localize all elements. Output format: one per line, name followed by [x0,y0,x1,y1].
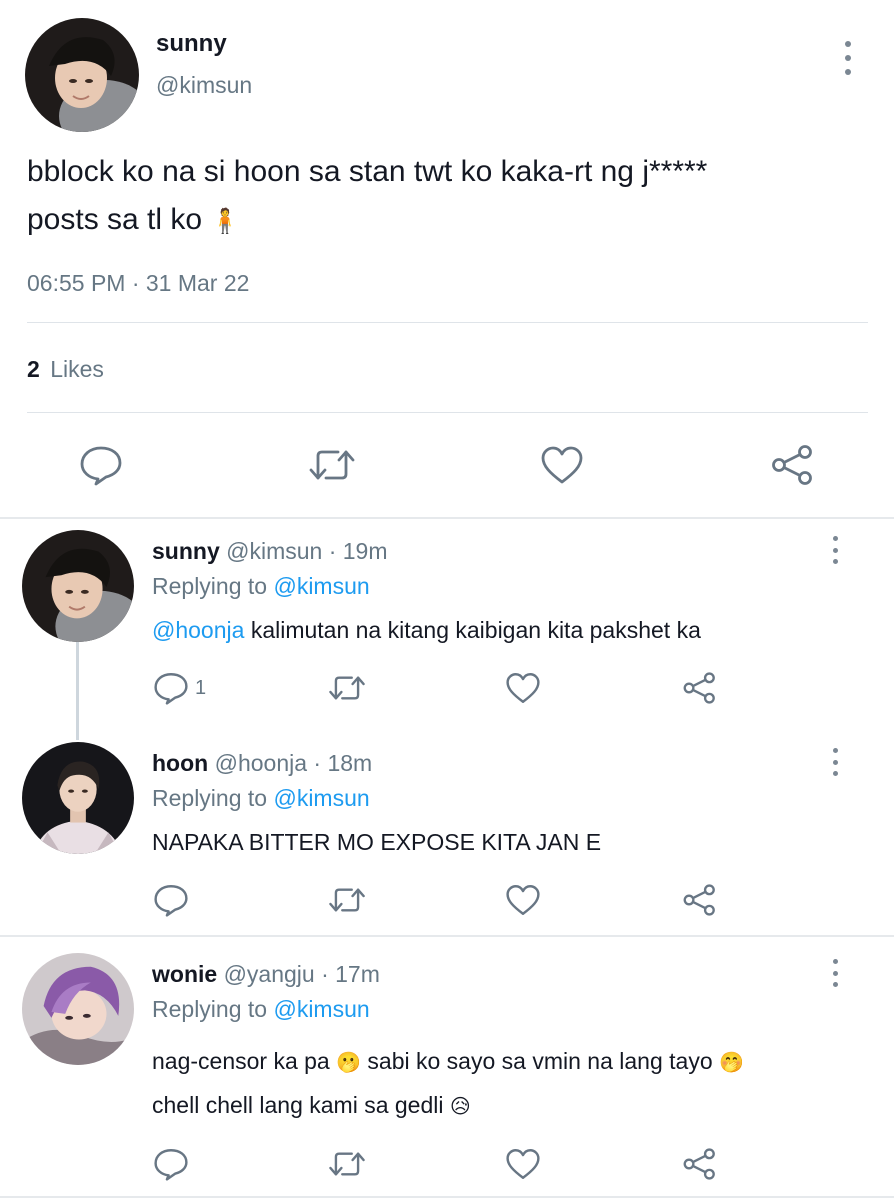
reply-2-meta: @hoonja · 18m [214,750,373,776]
reply-1-share-icon[interactable] [682,671,718,705]
reply-2-divider [0,935,894,937]
likes-label: Likes [50,356,104,382]
reply-3-emoji-1: 🫢 [336,1052,362,1074]
reply-3-text-line1: nag-censor ka pa [152,1048,330,1074]
reply-1-body: kalimutan na kitang kaibigan kita pakshe… [250,617,701,643]
reply-3-emoji-3: 😥 [449,1096,471,1118]
reply-3-display-name[interactable]: wonie [152,961,217,987]
reply-3-text-line1b: sabi ko sayo sa vmin na lang tayo [367,1048,713,1074]
reply-2-retweet-icon[interactable] [328,883,366,917]
reply-2-share-icon[interactable] [682,883,718,917]
reply-2-display-name[interactable]: hoon [152,750,208,776]
main-post-avatar[interactable] [25,18,139,132]
reply-1-header: sunny @kimsun · 19m [152,538,388,565]
reply-2-replying-to: Replying to @kimsun [152,785,370,812]
reply-3-replying-handle[interactable]: @kimsun [273,996,369,1022]
reply-1-reply-icon[interactable] [153,671,189,705]
main-post-section-divider [0,517,894,519]
reply-3-more-icon[interactable] [826,959,844,987]
reply-2-reply-icon[interactable] [153,883,189,917]
reply-3-body: nag-censor ka pa 🫢 sabi ko sayo sa vmin … [152,1040,744,1128]
main-post-divider-bottom [27,412,868,413]
main-post-likes[interactable]: 2 Likes [27,356,104,383]
reply-3-avatar[interactable] [22,953,134,1065]
reply-1-more-icon[interactable] [826,536,844,564]
reply-2-avatar[interactable] [22,742,134,854]
reply-1-like-icon[interactable] [505,671,541,705]
main-post-display-name[interactable]: sunny [156,30,227,58]
reply-3-divider [0,1196,894,1198]
reply-1-replying-handle[interactable]: @kimsun [273,573,369,599]
main-share-icon[interactable] [770,444,816,486]
main-post-more-icon[interactable] [839,41,857,75]
reply-3-meta: @yangju · 17m [223,961,380,987]
reply-3-replying-to: Replying to @kimsun [152,996,370,1023]
reply-1-replying-to: Replying to @kimsun [152,573,370,600]
main-post-text-line2: posts sa tl ko [27,203,203,236]
main-post-divider-top [27,322,868,323]
reply-2-body: NAPAKA BITTER MO EXPOSE KITA JAN E [152,829,602,855]
reply-3-replying-label: Replying to [152,996,268,1022]
main-post-text-line1: bblock ko na si hoon sa stan twt ko kaka… [27,155,708,188]
reply-1-reply-count: 1 [195,677,207,699]
reply-1-text: @hoonja kalimutan na kitang kaibigan kit… [152,617,701,644]
main-retweet-icon[interactable] [308,444,356,486]
reply-1-display-name[interactable]: sunny [152,538,220,564]
reply-3-emoji-2: 🤭 [719,1052,744,1074]
main-like-icon[interactable] [540,444,584,486]
reply-1-meta: @kimsun · 19m [226,538,388,564]
reply-2-more-icon[interactable] [826,748,844,776]
reply-2-like-icon[interactable] [505,883,541,917]
reply-3-share-icon[interactable] [682,1147,718,1181]
main-post-text: bblock ko na si hoon sa stan twt ko kaka… [27,148,867,246]
reply-2-header: hoon @hoonja · 18m [152,750,372,777]
reply-1-avatar[interactable] [22,530,134,642]
reply-3-retweet-icon[interactable] [328,1147,366,1181]
standing-person-emoji: 🧍 [210,208,241,235]
reply-2-replying-label: Replying to [152,785,268,811]
reply-3-text-line2: chell chell lang kami sa gedli [152,1092,444,1118]
main-post-handle[interactable]: @kimsun [156,72,252,99]
reply-3-like-icon[interactable] [505,1147,541,1181]
main-post-timestamp[interactable]: 06:55 PM · 31 Mar 22 [27,270,249,297]
reply-2-replying-handle[interactable]: @kimsun [273,785,369,811]
likes-count: 2 [27,356,40,382]
reply-1-replying-label: Replying to [152,573,268,599]
thread-connector-line [76,640,79,740]
reply-3-header: wonie @yangju · 17m [152,961,380,988]
reply-1-retweet-icon[interactable] [328,671,366,705]
reply-3-reply-icon[interactable] [153,1147,189,1181]
main-reply-icon[interactable] [79,444,123,486]
reply-1-mention[interactable]: @hoonja [152,617,244,643]
